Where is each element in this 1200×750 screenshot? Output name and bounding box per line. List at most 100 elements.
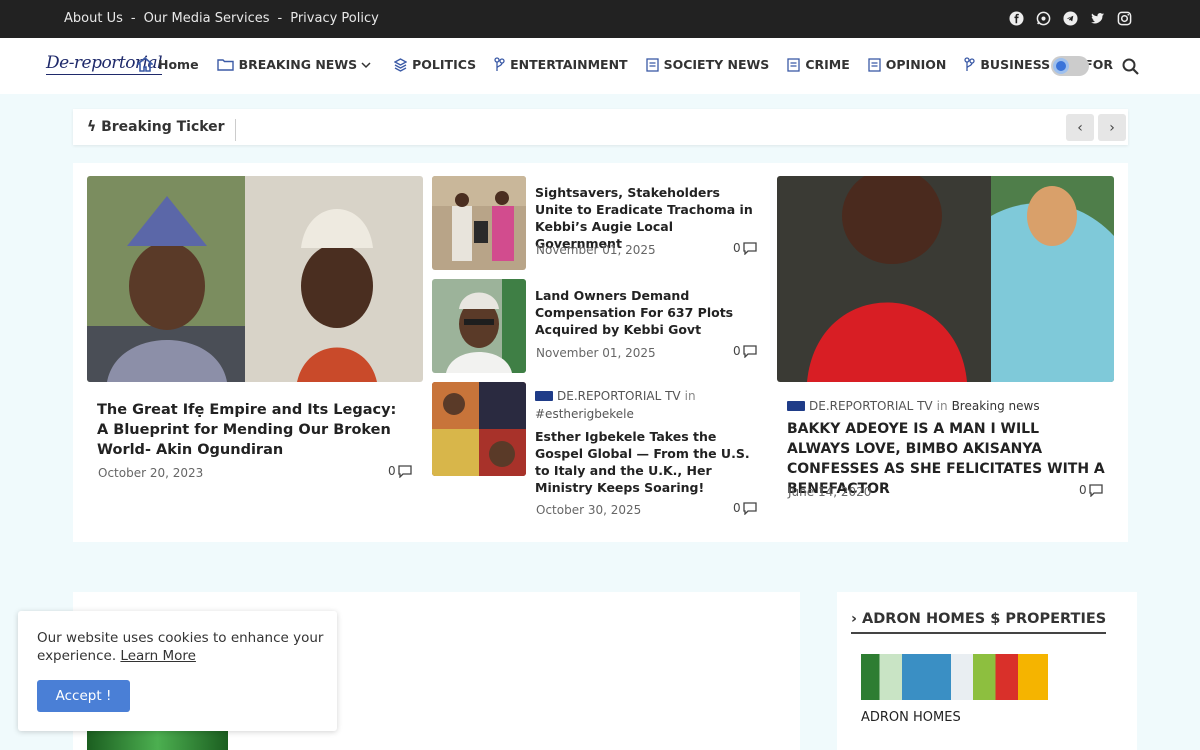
top-links: About Us - Our Media Services - Privacy … xyxy=(64,11,379,26)
comment-icon xyxy=(742,501,757,515)
top-bar: About Us - Our Media Services - Privacy … xyxy=(0,0,1200,38)
cookie-text: Our website uses cookies to enhance your… xyxy=(37,629,327,665)
right-article-meta: DE.REPORTORIAL TV in Breaking news xyxy=(787,399,1040,413)
right-article-date: June 14, 2020 xyxy=(788,485,872,499)
home-icon xyxy=(137,57,153,72)
branch-icon xyxy=(964,57,976,71)
social-links xyxy=(1009,11,1132,26)
article-3-category[interactable]: #estherigbekele xyxy=(535,407,634,421)
cookie-banner: Our website uses cookies to enhance your… xyxy=(18,611,337,731)
comment-count: 0 xyxy=(733,241,741,255)
ticker-label-text: Breaking Ticker xyxy=(101,119,225,135)
nav-label: ENTERTAINMENT xyxy=(510,57,628,72)
media-services-link[interactable]: Our Media Services xyxy=(144,11,270,26)
accept-cookie-button[interactable]: Accept ! xyxy=(37,680,130,712)
article-3-comments[interactable]: 0 xyxy=(733,501,757,515)
article-1-image[interactable] xyxy=(432,176,526,270)
ticker-prev-button[interactable]: ‹ xyxy=(1066,114,1094,141)
folder-icon xyxy=(216,59,234,71)
ticker-label: ϟ Breaking Ticker xyxy=(87,119,236,141)
dark-mode-toggle[interactable] xyxy=(1051,56,1089,76)
chevron-down-icon xyxy=(361,61,371,68)
article-2-image[interactable] xyxy=(432,279,526,373)
search-icon[interactable] xyxy=(1122,58,1139,75)
nav-label: OPINION xyxy=(885,57,947,72)
toggle-knob xyxy=(1053,58,1069,74)
comment-icon xyxy=(397,464,412,478)
right-article-author[interactable]: DE.REPORTORIAL TV xyxy=(809,399,933,413)
document-icon xyxy=(868,57,881,72)
tv-logo-icon xyxy=(787,401,805,411)
article-3-image[interactable] xyxy=(432,382,526,476)
bolt-icon: ϟ xyxy=(87,119,102,135)
right-article-category[interactable]: Breaking news xyxy=(952,399,1040,413)
tv-logo-icon xyxy=(535,391,553,401)
right-article-image[interactable] xyxy=(777,176,1114,382)
instagram-icon[interactable] xyxy=(1117,11,1132,26)
separator: - xyxy=(277,11,283,26)
nav-society-news[interactable]: SOCIETY NEWS xyxy=(645,57,770,72)
comment-count: 0 xyxy=(388,464,396,478)
telegram-icon[interactable] xyxy=(1063,11,1078,26)
sidebar-caption[interactable]: ADRON HOMES xyxy=(861,710,961,725)
comment-count: 0 xyxy=(733,501,741,515)
branch-icon xyxy=(494,57,505,71)
separator: - xyxy=(130,11,136,26)
article-3-title[interactable]: Esther Igbekele Takes the Gospel Global … xyxy=(535,428,760,496)
featured-section: The Great Ifẹ Empire and Its Legacy: A B… xyxy=(73,163,1128,542)
sidebar-widget: › ADRON HOMES $ PROPERTIES ADRON HOMES xyxy=(837,592,1137,750)
ad-banner[interactable] xyxy=(87,728,228,750)
nav-label: BREAKING NEWS xyxy=(238,57,358,72)
in-text: in xyxy=(684,389,696,403)
comment-count: 0 xyxy=(733,344,741,358)
nav-label: Home xyxy=(158,57,199,72)
article-3-author[interactable]: DE.REPORTORIAL TV xyxy=(557,389,681,403)
learn-more-link[interactable]: Learn More xyxy=(120,648,196,664)
article-1-date: November 01, 2025 xyxy=(536,243,656,257)
nav-label: SOCIETY NEWS xyxy=(663,57,770,72)
main-nav: Home BREAKING NEWS POLITICS ENTERTAINMEN… xyxy=(137,57,1131,72)
main-article-comments[interactable]: 0 xyxy=(388,464,412,478)
about-us-link[interactable]: About Us xyxy=(64,11,123,26)
nav-entertainment[interactable]: ENTERTAINMENT xyxy=(494,57,628,72)
nav-business[interactable]: BUSINESS xyxy=(964,57,1050,72)
article-1-title[interactable]: Sightsavers, Stakeholders Unite to Eradi… xyxy=(535,184,760,252)
document-icon xyxy=(645,57,659,72)
comment-icon xyxy=(742,241,757,255)
article-2-comments[interactable]: 0 xyxy=(733,344,757,358)
facebook-icon[interactable] xyxy=(1009,11,1024,26)
privacy-policy-link[interactable]: Privacy Policy xyxy=(290,11,379,26)
site-header: De-reportorial Home BREAKING NEWS POLITI… xyxy=(0,38,1200,94)
whatsapp-icon[interactable] xyxy=(1036,11,1051,26)
article-2-title[interactable]: Land Owners Demand Compensation For 637 … xyxy=(535,287,760,338)
article-2-date: November 01, 2025 xyxy=(536,346,656,360)
nav-home[interactable]: Home xyxy=(137,57,199,72)
nav-label: BUSINESS xyxy=(980,57,1051,72)
article-3-date: October 30, 2025 xyxy=(536,503,642,517)
sidebar-title-text: ADRON HOMES $ PROPERTIES xyxy=(862,611,1107,627)
layers-icon xyxy=(394,57,408,72)
twitter-icon[interactable] xyxy=(1090,11,1105,26)
comment-count: 0 xyxy=(1079,483,1087,497)
main-article-title[interactable]: The Great Ifẹ Empire and Its Legacy: A B… xyxy=(97,400,412,460)
right-article-comments[interactable]: 0 xyxy=(1079,483,1103,497)
main-article-image[interactable] xyxy=(87,176,423,382)
breaking-ticker: ϟ Breaking Ticker ‹ › xyxy=(73,109,1128,145)
comment-icon xyxy=(742,344,757,358)
nav-breaking-news[interactable]: BREAKING NEWS xyxy=(216,57,377,72)
nav-crime[interactable]: CRIME xyxy=(787,57,850,72)
nav-politics[interactable]: POLITICS xyxy=(394,57,476,72)
nav-label: POLITICS xyxy=(412,57,477,72)
sidebar-widget-title: › ADRON HOMES $ PROPERTIES xyxy=(851,611,1107,634)
nav-label: CRIME xyxy=(805,57,850,72)
chevron-right-icon: › xyxy=(851,611,863,627)
main-article-date: October 20, 2023 xyxy=(98,466,204,480)
article-3-meta: DE.REPORTORIAL TV in xyxy=(535,389,696,403)
document-icon xyxy=(787,57,800,72)
nav-opinion[interactable]: OPINION xyxy=(868,57,947,72)
comment-icon xyxy=(1088,483,1103,497)
ticker-next-button[interactable]: › xyxy=(1098,114,1126,141)
in-text: in xyxy=(936,399,948,413)
article-1-comments[interactable]: 0 xyxy=(733,241,757,255)
adron-homes-banner[interactable] xyxy=(861,654,1048,700)
